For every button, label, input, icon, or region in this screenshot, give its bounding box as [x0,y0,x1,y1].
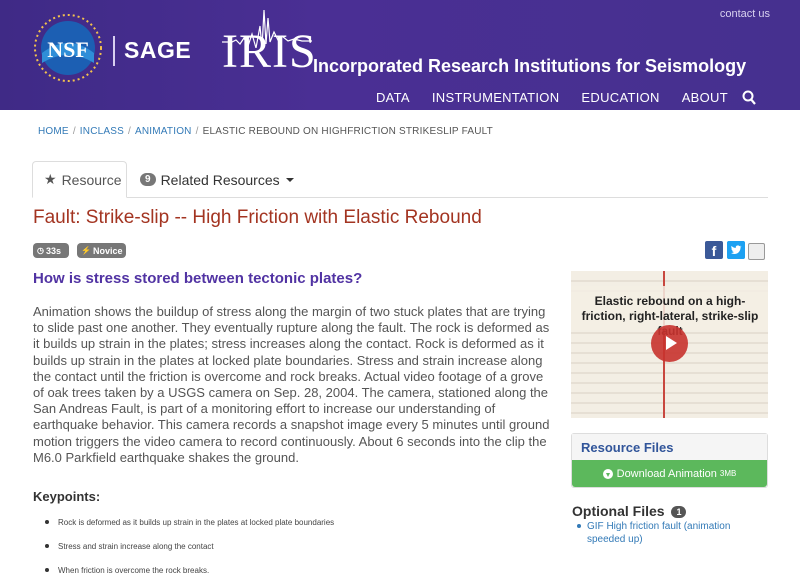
duration-value: 33s [45,245,62,256]
breadcrumb-animation[interactable]: ANIMATION [135,126,192,137]
facebook-share-icon[interactable]: f [705,241,723,259]
twitter-share-icon[interactable] [727,241,745,259]
level-badge: ⚡ Novice [77,243,126,258]
download-label: Download Animation [616,467,717,480]
iris-logo[interactable]: IRIS [222,28,317,76]
nav-data[interactable]: DATA [376,90,410,105]
breadcrumb-home[interactable]: HOME [38,126,69,137]
resource-tabs: ★ Resource 9 Related Resources [32,161,768,198]
keypoints-heading: Keypoints: [33,489,101,504]
nav-instrumentation[interactable]: INSTRUMENTATION [432,90,560,105]
related-count-badge: 9 [140,173,156,186]
play-icon[interactable] [651,325,688,362]
duration-badge: ◷ 33s [33,243,69,258]
optional-count-badge: 1 [671,506,687,519]
star-icon: ★ [44,171,57,187]
optional-files-label: Optional Files [572,503,665,519]
tab-resource[interactable]: ★ Resource [32,161,127,198]
logo-divider [113,36,115,66]
breadcrumb-inclass[interactable]: INCLASS [80,126,124,137]
resource-description: Animation shows the buildup of stress al… [33,304,550,465]
google-classroom-icon[interactable] [748,243,765,260]
resource-files-heading: Resource Files [572,434,767,461]
breadcrumb: HOME / INCLASS / ANIMATION / ELASTIC REBOUND O… [38,126,493,137]
caret-down-icon [285,177,294,182]
nav-about[interactable]: ABOUT [682,90,728,105]
nav-education[interactable]: EDUCATION [581,90,659,105]
list-item: When friction is overcome the rock break… [40,566,334,581]
site-header: contact us NSF SAGE IRIS Incorporated Re… [0,0,800,110]
optional-file-link[interactable]: GIF High friction fault (animation speed… [576,520,766,546]
sage-logo[interactable]: SAGE [124,37,191,64]
contact-us-link[interactable]: contact us [720,8,770,20]
tab-resource-label: Resource [61,171,122,188]
download-icon [602,468,613,479]
breadcrumb-current: ELASTIC REBOUND ON HIGHFRICTION STRIKESL… [202,126,493,137]
download-animation-button[interactable]: Download Animation 3MB [572,460,767,487]
tab-related-resources[interactable]: 9 Related Resources [140,161,294,198]
nsf-logo-text: NSF [47,37,89,62]
main-nav: DATA INSTRUMENTATION EDUCATION ABOUT [376,90,728,105]
download-size: 3MB [719,469,737,478]
bolt-icon: ⚡ [81,246,91,255]
resource-question: How is stress stored between tectonic pl… [33,270,363,287]
level-value: Novice [92,245,123,256]
iris-full-name: Incorporated Research Institutions for S… [313,56,747,76]
tab-related-label: Related Resources [160,171,280,188]
nsf-logo[interactable]: NSF [33,13,103,83]
search-icon[interactable] [742,90,756,106]
list-item: Rock is deformed as it builds up strain … [40,518,334,542]
optional-files-list: GIF High friction fault (animation speed… [576,520,766,546]
optional-files-heading: Optional Files 1 [572,503,687,519]
clock-icon: ◷ [37,246,44,255]
list-item: Stress and strain increase along the con… [40,542,334,566]
keypoints-list: Rock is deformed as it builds up strain … [40,518,334,581]
page-title: Fault: Strike-slip -- High Friction with… [33,207,482,228]
